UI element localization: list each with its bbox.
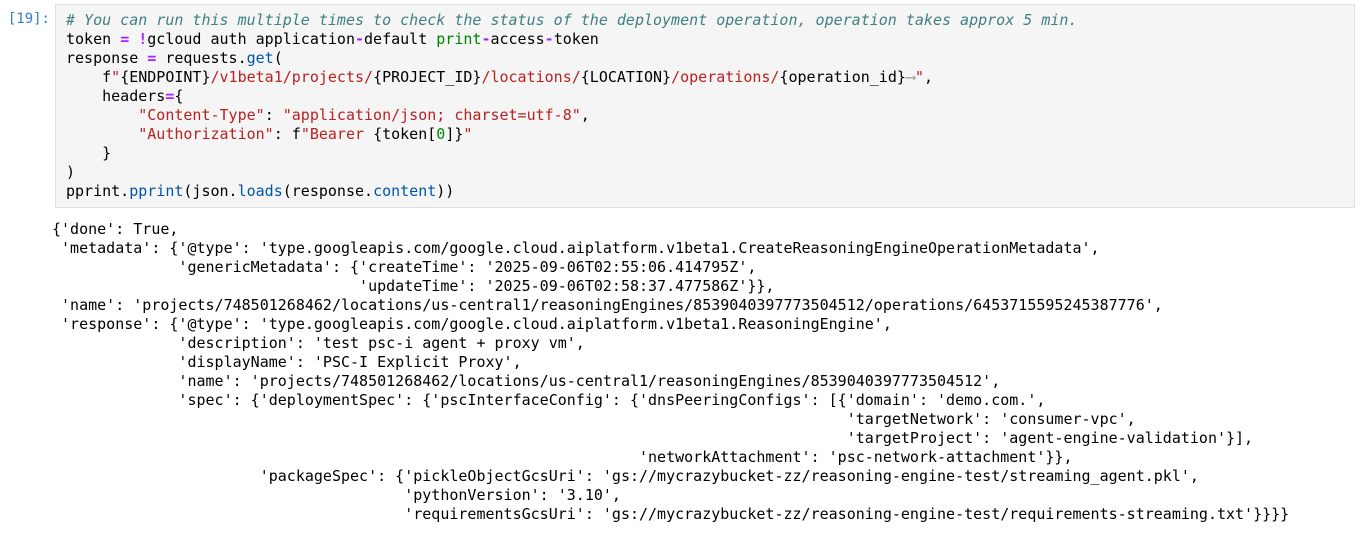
code-token-com: # You can run this multiple times to che… [66, 11, 1077, 29]
code-line: "Authorization": f"Bearer {token[0]}" [66, 125, 1344, 144]
code-token-pl: f [66, 68, 111, 86]
code-token-str: "Authorization" [138, 125, 273, 143]
code-token-prop: content [373, 182, 436, 200]
code-token-pl: token [66, 30, 120, 48]
code-token-pl: default [364, 30, 436, 48]
code-token-pl: } [66, 144, 111, 162]
cell-input-row: [19]: # You can run this multiple times … [0, 4, 1363, 208]
code-token-pl: (json. [183, 182, 237, 200]
code-token-pl [66, 125, 138, 143]
code-token-pl: : f [274, 125, 301, 143]
execution-count-prompt: [19]: [0, 4, 50, 29]
code-line: headers={ [66, 87, 1344, 106]
code-token-op: - [355, 30, 364, 48]
output-area: {'done': True, 'metadata': {'@type': 'ty… [50, 220, 1363, 524]
output-prompt-spacer [0, 220, 50, 524]
code-token-pl: {token[ [373, 125, 436, 143]
code-line: } [66, 144, 1344, 163]
code-line: # You can run this multiple times to che… [66, 11, 1344, 30]
code-token-pl: requests. [156, 49, 246, 67]
code-token-str: "application/json; charset=utf-8" [283, 106, 581, 124]
code-token-op: ! [138, 30, 147, 48]
code-cell: [19]: # You can run this multiple times … [0, 4, 1363, 524]
code-token-pl: (response. [283, 182, 373, 200]
code-token-pl: ]} [445, 125, 463, 143]
code-token-op: = [147, 49, 156, 67]
output-text: {'done': True, 'metadata': {'@type': 'ty… [52, 220, 1363, 524]
code-token-op: = [120, 30, 129, 48]
code-token-pl: headers [66, 87, 165, 105]
code-token-prop: loads [238, 182, 283, 200]
code-token-pl: pprint. [66, 182, 129, 200]
code-token-pl: token [554, 30, 599, 48]
code-token-pl: , [924, 68, 933, 86]
notebook-page: [19]: # You can run this multiple times … [0, 0, 1363, 524]
code-token-pl: )) [436, 182, 454, 200]
code-token-pl: { [174, 87, 183, 105]
code-token-prop: pprint [129, 182, 183, 200]
code-token-pl: access [490, 30, 544, 48]
code-token-pl: {PROJECT_ID} [373, 68, 481, 86]
code-token-str: " [463, 125, 472, 143]
code-token-pl [129, 30, 138, 48]
code-token-bi: print [436, 30, 481, 48]
code-line: response = requests.get( [66, 49, 1344, 68]
code-token-str: /operations/ [671, 68, 779, 86]
code-token-op: - [545, 30, 554, 48]
code-line: f"{ENDPOINT}/v1beta1/projects/{PROJECT_I… [66, 68, 1344, 87]
code-content[interactable]: # You can run this multiple times to che… [66, 11, 1344, 201]
cell-output-row: {'done': True, 'metadata': {'@type': 'ty… [0, 220, 1363, 524]
code-token-str: "Bearer [301, 125, 373, 143]
code-token-prop: get [247, 49, 274, 67]
code-line: ) [66, 163, 1344, 182]
code-token-str: "Content-Type" [138, 106, 264, 124]
code-token-str: /locations/ [481, 68, 580, 86]
code-token-str: /v1beta1/projects/ [211, 68, 374, 86]
code-token-str: " [915, 68, 924, 86]
code-token-num: 0 [436, 125, 445, 143]
code-line: "Content-Type": "application/json; chars… [66, 106, 1344, 125]
code-token-pl: gcloud auth application [147, 30, 355, 48]
code-token-pl: {LOCATION} [581, 68, 671, 86]
code-token-pl: {ENDPOINT} [120, 68, 210, 86]
code-token-wrap: ⟶ [906, 68, 915, 86]
code-token-pl: ( [274, 49, 283, 67]
code-token-str: " [111, 68, 120, 86]
code-editor[interactable]: # You can run this multiple times to che… [55, 4, 1355, 208]
code-line: pprint.pprint(json.loads(response.conten… [66, 182, 1344, 201]
code-token-pl [66, 106, 138, 124]
code-token-pl: {operation_id} [779, 68, 905, 86]
code-line: token = !gcloud auth application-default… [66, 30, 1344, 49]
code-token-pl: response [66, 49, 147, 67]
code-token-pl: , [581, 106, 590, 124]
code-token-pl: : [265, 106, 283, 124]
code-token-pl: ) [66, 163, 75, 181]
